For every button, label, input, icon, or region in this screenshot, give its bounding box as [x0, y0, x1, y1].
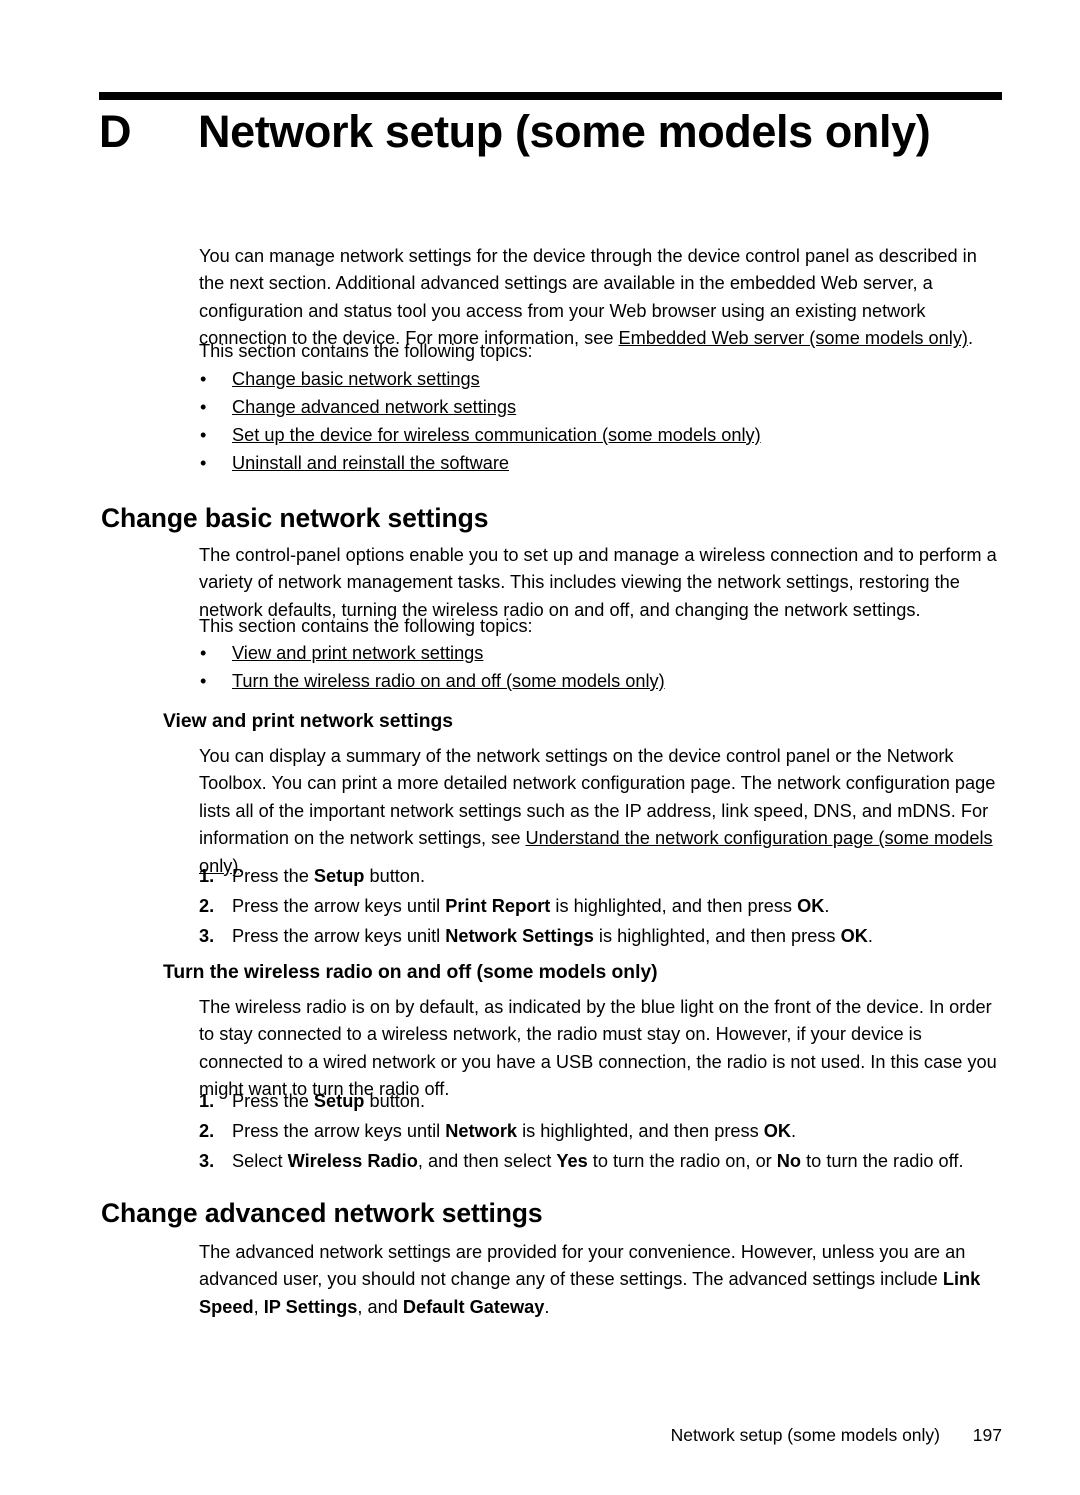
basic-paragraph-block: The control-panel options enable you to … [199, 542, 1003, 624]
basic-topics-list: • View and print network settings • Turn t… [199, 640, 1003, 695]
bullet-icon: • [200, 643, 207, 663]
intro-paragraph: You can manage network settings for the … [199, 243, 1003, 353]
step-item: 1. Press the Setup button. [199, 862, 1003, 890]
bullet-icon: • [200, 369, 207, 389]
link-change-advanced-network-settings[interactable]: Change advanced network settings [232, 397, 516, 417]
advanced-paragraph: The advanced network settings are provid… [199, 1242, 981, 1317]
page-title: Network setup (some models only) [198, 106, 931, 157]
link-uninstall-reinstall-software[interactable]: Uninstall and reinstall the software [232, 453, 509, 473]
footer-title: Network setup (some models only) [670, 1425, 940, 1445]
bullet-icon: • [200, 452, 207, 473]
step-item: 3. Press the arrow keys unitl Network Set… [199, 922, 1003, 950]
step-text: Press the arrow keys until Network is hi… [232, 1121, 797, 1141]
step-item: 3. Select Wireless Radio, and then select… [199, 1147, 1003, 1175]
step-number: 2. [199, 896, 215, 916]
link-change-basic-network-settings[interactable]: Change basic network settings [232, 369, 480, 389]
step-number: 2. [199, 1121, 215, 1141]
list-item[interactable]: • Turn the wireless radio on and off (som… [199, 668, 1003, 695]
intro-topics-lead-block: This section contains the following topi… [199, 338, 1003, 365]
basic-topics-lead-block: This section contains the following topi… [199, 613, 1003, 640]
chapter-rule-divider [99, 92, 1002, 100]
list-item[interactable]: • Change basic network settings [199, 366, 1003, 393]
list-item[interactable]: • Uninstall and reinstall the software [199, 450, 1003, 477]
basic-topics-lead: This section contains the following topi… [199, 616, 533, 636]
wireless-radio-steps-wrapper: 1. Press the Setup button. 2. Press the ar… [199, 1087, 1003, 1177]
intro-topics-list-wrapper: • Change basic network settings • Change a… [199, 366, 1003, 478]
view-print-paragraph-block: You can display a summary of the network… [199, 743, 1003, 880]
list-item[interactable]: • View and print network settings [199, 640, 1003, 667]
intro-paragraph-block: You can manage network settings for the … [199, 243, 1003, 353]
step-item: 1. Press the Setup button. [199, 1087, 1003, 1115]
view-print-steps-wrapper: 1. Press the Setup button. 2. Press the ar… [199, 862, 1003, 952]
bullet-icon: • [200, 424, 207, 445]
step-text: Press the arrow keys unitl Network Setti… [232, 926, 873, 946]
intro-topics-list: • Change basic network settings • Change a… [199, 366, 1003, 477]
bullet-icon: • [200, 670, 207, 691]
step-number: 1. [199, 866, 215, 886]
view-print-paragraph: You can display a summary of the network… [199, 743, 1003, 880]
basic-topics-list-wrapper: • View and print network settings • Turn t… [199, 640, 1003, 696]
step-item: 2. Press the arrow keys until Network is … [199, 1117, 1003, 1145]
step-text: Press the Setup button. [232, 1091, 426, 1111]
list-item[interactable]: • Set up the device for wireless communic… [199, 422, 1003, 449]
link-view-and-print-network-settings[interactable]: View and print network settings [232, 643, 483, 663]
heading-change-advanced-network-settings: Change advanced network settings [101, 1198, 543, 1228]
step-text: Press the Setup button. [232, 866, 426, 886]
document-page: D Network setup (some models only) You c… [0, 0, 1080, 1495]
list-item[interactable]: • Change advanced network settings [199, 394, 1003, 421]
chapter-header: D Network setup (some models only) [99, 104, 1004, 160]
advanced-paragraph-block: The advanced network settings are provid… [199, 1239, 1003, 1321]
step-text: Select Wireless Radio, and then select Y… [232, 1151, 964, 1171]
heading-turn-wireless-radio-on-and-off: Turn the wireless radio on and off (some… [163, 962, 658, 983]
footer-page-number: 197 [972, 1425, 1002, 1445]
step-item: 2. Press the arrow keys until Print Repor… [199, 892, 1003, 920]
link-turn-wireless-radio-on-off[interactable]: Turn the wireless radio on and off (some… [232, 671, 665, 691]
link-set-up-wireless-communication[interactable]: Set up the device for wireless communica… [232, 425, 761, 445]
chapter-letter: D [99, 106, 132, 157]
step-number: 3. [199, 926, 215, 946]
bullet-icon: • [200, 396, 207, 417]
step-number: 1. [199, 1091, 215, 1111]
heading-view-and-print-network-settings: View and print network settings [163, 711, 453, 732]
intro-topics-lead: This section contains the following topi… [199, 341, 533, 361]
wireless-radio-steps-list: 1. Press the Setup button. 2. Press the ar… [199, 1087, 1003, 1175]
step-text: Press the arrow keys until Print Report … [232, 896, 830, 916]
step-number: 3. [199, 1151, 215, 1171]
page-footer: Network setup (some models only) 197 [99, 1424, 1002, 1446]
heading-change-basic-network-settings: Change basic network settings [101, 503, 489, 533]
view-print-steps-list: 1. Press the Setup button. 2. Press the ar… [199, 862, 1003, 950]
basic-paragraph: The control-panel options enable you to … [199, 545, 997, 620]
